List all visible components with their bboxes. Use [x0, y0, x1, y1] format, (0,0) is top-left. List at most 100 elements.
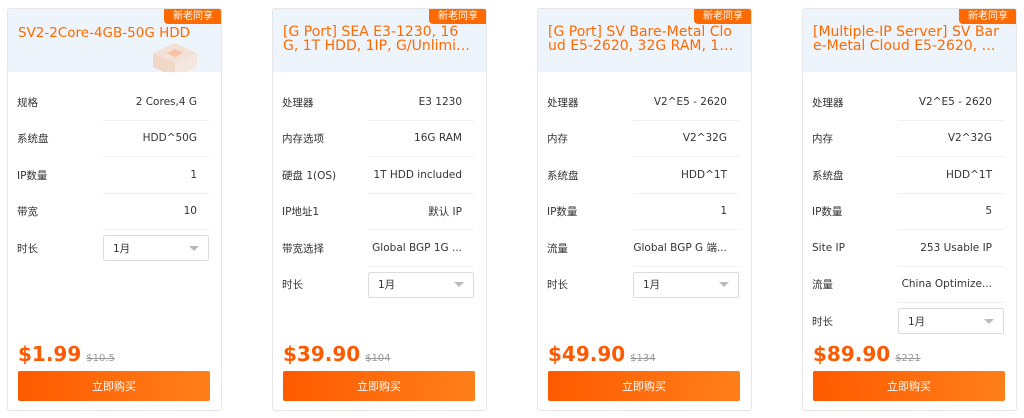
duration-row: 时长 1月: [812, 303, 1004, 340]
spec-row: Site IP 253 Usable IP: [812, 230, 1004, 267]
spec-label: 处理器: [282, 96, 314, 109]
duration-select[interactable]: 1月: [633, 271, 739, 298]
product-title[interactable]: [G Port] SV Bare-Metal Cloud E5-2620, 32…: [548, 25, 737, 53]
spec-value: HDD^1T: [898, 157, 1004, 194]
spec-row: 内存选项 16G RAM: [282, 121, 474, 157]
spec-value: 1: [633, 194, 739, 230]
spec-value: 2 Cores,4 G: [103, 84, 209, 121]
buy-now-button[interactable]: 立即购买: [813, 371, 1005, 401]
promo-badge: 新老同享: [959, 9, 1016, 24]
price-row: $89.90 $221: [813, 342, 921, 366]
spec-value: V2^32G: [898, 121, 1004, 157]
card-header: SV2-2Core-4GB-50G HDD 新老同享: [8, 9, 221, 72]
spec-label: 内存: [547, 133, 568, 146]
chevron-down-icon: [189, 245, 199, 251]
spec-label: 带宽选择: [282, 242, 324, 255]
spec-value: 253 Usable IP: [898, 230, 1004, 267]
price-row: $1.99 $10.5: [18, 342, 115, 366]
spec-label: IP数量: [17, 169, 48, 182]
product-title[interactable]: [G Port] SEA E3-1230, 16G, 1T HDD, 1IP, …: [283, 25, 472, 53]
spec-value: 5: [898, 194, 1004, 230]
promo-badge: 新老同享: [694, 9, 751, 24]
card-header: [G Port] SV Bare-Metal Cloud E5-2620, 32…: [538, 9, 751, 72]
original-price: $221: [895, 353, 921, 364]
duration-value: 1月: [643, 279, 661, 292]
spec-row: 处理器 V2^E5 - 2620: [812, 84, 1004, 121]
spec-label: IP数量: [812, 206, 843, 219]
spec-value: Global BGP G 端...: [633, 230, 739, 267]
promo-badge: 新老同享: [429, 9, 486, 24]
buy-now-button[interactable]: 立即购买: [283, 371, 475, 401]
spec-row: 系统盘 HDD^50G: [17, 121, 209, 157]
spec-row: 处理器 E3 1230: [282, 84, 474, 121]
spec-row: IP数量 1: [547, 194, 739, 230]
spec-row: 系统盘 HDD^1T: [812, 157, 1004, 194]
product-card: SV2-2Core-4GB-50G HDD 新老同享 规格 2 Cores,4 …: [7, 8, 222, 411]
spec-label: 系统盘: [812, 169, 844, 182]
spec-label: 硬盘 1(OS): [282, 169, 337, 182]
spec-value: V2^E5 - 2620: [633, 84, 739, 121]
spec-label: 规格: [17, 96, 38, 109]
spec-row: IP数量 5: [812, 194, 1004, 230]
spec-value: 16G RAM: [368, 121, 474, 157]
original-price: $104: [365, 353, 391, 364]
original-price: $134: [630, 353, 656, 364]
spec-label: IP地址1: [282, 206, 320, 219]
spec-row: 流量 China Optimize...: [812, 267, 1004, 303]
spec-list: 处理器 V2^E5 - 2620 内存 V2^32G 系统盘 HDD^1T IP…: [803, 72, 1016, 340]
buy-now-button[interactable]: 立即购买: [548, 371, 740, 401]
current-price: $1.99: [18, 342, 82, 366]
duration-row: 时长 1月: [282, 267, 474, 304]
spec-value: Global BGP 1G ...: [368, 230, 474, 267]
duration-label: 时长: [547, 279, 568, 292]
product-card: [G Port] SEA E3-1230, 16G, 1T HDD, 1IP, …: [272, 8, 487, 411]
spec-row: 内存 V2^32G: [812, 121, 1004, 157]
spec-list: 处理器 E3 1230 内存选项 16G RAM 硬盘 1(OS) 1T HDD…: [273, 72, 486, 303]
current-price: $89.90: [813, 342, 891, 366]
duration-select[interactable]: 1月: [898, 308, 1004, 335]
spec-value: 10: [103, 194, 209, 230]
spec-row: IP数量 1: [17, 157, 209, 194]
spec-value: V2^E5 - 2620: [898, 84, 1004, 121]
spec-label: 带宽: [17, 206, 38, 219]
duration-label: 时长: [282, 279, 303, 292]
duration-row: 时长 1月: [547, 267, 739, 304]
card-header: [G Port] SEA E3-1230, 16G, 1T HDD, 1IP, …: [273, 9, 486, 72]
spec-label: 系统盘: [17, 133, 49, 146]
spec-value: 1: [103, 157, 209, 194]
spec-row: IP地址1 默认 IP: [282, 194, 474, 230]
price-row: $39.90 $104: [283, 342, 391, 366]
spec-value: 1T HDD included: [368, 157, 474, 194]
price-row: $49.90 $134: [548, 342, 656, 366]
spec-label: IP数量: [547, 206, 578, 219]
product-title[interactable]: [Multiple-IP Server] SV Bare-Metal Cloud…: [813, 25, 1002, 53]
spec-value: 默认 IP: [368, 194, 474, 230]
spec-list: 规格 2 Cores,4 G 系统盘 HDD^50G IP数量 1 带宽 10 …: [8, 72, 221, 267]
buy-now-button[interactable]: 立即购买: [18, 371, 210, 401]
product-card: [G Port] SV Bare-Metal Cloud E5-2620, 32…: [537, 8, 752, 411]
spec-label: 流量: [547, 242, 568, 255]
spec-label: 内存选项: [282, 133, 324, 146]
server-cube-icon: [153, 43, 197, 72]
spec-row: 系统盘 HDD^1T: [547, 157, 739, 194]
spec-row: 流量 Global BGP G 端...: [547, 230, 739, 267]
spec-list: 处理器 V2^E5 - 2620 内存 V2^32G 系统盘 HDD^1T IP…: [538, 72, 751, 303]
spec-label: 系统盘: [547, 169, 579, 182]
product-card: [Multiple-IP Server] SV Bare-Metal Cloud…: [802, 8, 1017, 411]
duration-value: 1月: [908, 315, 926, 328]
duration-select[interactable]: 1月: [368, 271, 474, 298]
duration-select[interactable]: 1月: [103, 235, 209, 262]
promo-badge: 新老同享: [164, 9, 221, 24]
spec-value: V2^32G: [633, 121, 739, 157]
spec-value: HDD^1T: [633, 157, 739, 194]
spec-label: 处理器: [812, 96, 844, 109]
original-price: $10.5: [86, 353, 115, 364]
spec-value: HDD^50G: [103, 121, 209, 157]
spec-label: 内存: [812, 133, 833, 146]
spec-row: 带宽选择 Global BGP 1G ...: [282, 230, 474, 267]
chevron-down-icon: [454, 282, 464, 288]
card-header: [Multiple-IP Server] SV Bare-Metal Cloud…: [803, 9, 1016, 72]
spec-row: 规格 2 Cores,4 G: [17, 84, 209, 121]
current-price: $49.90: [548, 342, 626, 366]
spec-row: 硬盘 1(OS) 1T HDD included: [282, 157, 474, 194]
